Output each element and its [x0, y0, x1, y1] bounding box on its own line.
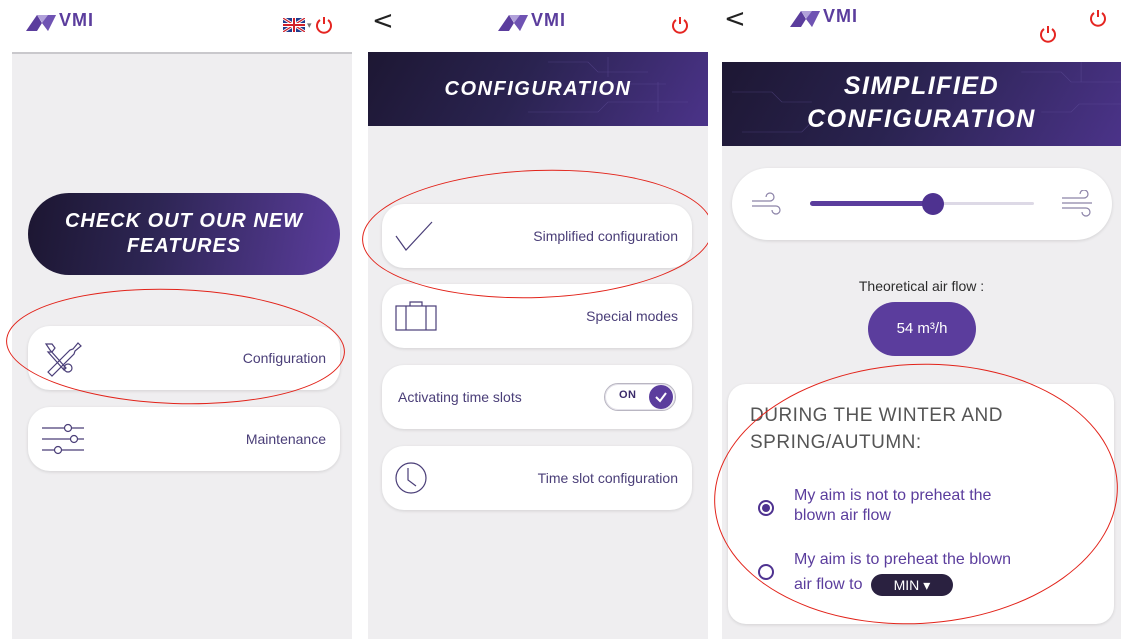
vmi-logo: VMI	[26, 10, 94, 31]
simplified-title-line2: CONFIGURATION	[807, 105, 1036, 133]
preheat-radio[interactable]	[758, 564, 774, 580]
special-modes-label: Special modes	[586, 308, 678, 324]
config-header: CONFIGURATION	[368, 52, 708, 126]
configuration-screen: < VMI CONFIGURATION Simplified configura…	[356, 0, 708, 639]
fan-speed-card	[732, 168, 1112, 240]
time-slots-toggle-row: Activating time slots ON	[382, 365, 692, 429]
preheat-line1: My aim is to preheat the blown	[794, 551, 1011, 568]
simplified-configuration-item[interactable]: Simplified configuration	[382, 204, 692, 268]
fan-speed-slider[interactable]	[810, 193, 1034, 215]
menu-maintenance[interactable]: Maintenance	[28, 407, 340, 471]
preheat-line2: air flow to	[794, 576, 863, 594]
time-slots-toggle-label: Activating time slots	[398, 389, 522, 405]
vmi-logo: VMI	[790, 6, 858, 27]
config-title: CONFIGURATION	[444, 78, 632, 100]
check-icon	[649, 385, 673, 409]
power-icon[interactable]	[1038, 24, 1060, 46]
season-title-line1: DURING THE WINTER AND	[750, 405, 1003, 426]
suitcase-icon	[394, 300, 438, 332]
promo-line2: FEATURES	[126, 235, 242, 257]
promo-line1: CHECK OUT OUR NEW	[64, 210, 304, 232]
sliders-icon	[40, 422, 86, 456]
preheat-level-value: MIN	[893, 577, 920, 593]
fan-speed-thumb[interactable]	[922, 193, 945, 215]
back-button[interactable]: <	[372, 8, 394, 34]
season-title-line2: SPRING/AUTUMN:	[750, 432, 922, 453]
chevron-down-icon: ▾	[923, 577, 931, 593]
simplified-configuration-label: Simplified configuration	[533, 228, 678, 244]
logo-text: VMI	[823, 6, 859, 26]
airflow-value: 54 m³/h	[868, 302, 976, 356]
uk-flag-icon[interactable]	[283, 18, 305, 32]
simplified-title-line1: SIMPLIFIED	[843, 72, 1000, 100]
config-top-bar: < VMI	[356, 0, 708, 50]
no-preheat-line2: blown air flow	[794, 507, 891, 524]
time-slot-configuration-label: Time slot configuration	[537, 470, 678, 486]
language-caret-icon[interactable]: ▾	[307, 20, 312, 31]
tools-icon	[40, 338, 88, 378]
clock-icon	[394, 461, 428, 495]
simplified-header: SIMPLIFIED CONFIGURATION	[722, 62, 1121, 146]
wind-low-icon	[750, 192, 784, 221]
airflow-label: Theoretical air flow :	[858, 278, 985, 294]
home-content: CHECK OUT OUR NEW FEATURES Configuration	[12, 52, 352, 639]
menu-configuration[interactable]: Configuration	[28, 326, 340, 390]
power-icon[interactable]	[314, 15, 336, 37]
no-preheat-radio[interactable]	[758, 500, 774, 516]
preheat-option[interactable]: My aim is to preheat the blown air flow …	[794, 550, 1011, 596]
logo-text: VMI	[59, 10, 95, 30]
back-button[interactable]: <	[724, 6, 746, 32]
vmi-logo: VMI	[498, 10, 566, 31]
preheat-line2-row: air flow to MIN ▾	[794, 574, 1011, 596]
menu-configuration-label: Configuration	[242, 350, 326, 366]
simplified-top-bar: < VMI	[712, 0, 1121, 50]
new-features-button[interactable]: CHECK OUT OUR NEW FEATURES	[28, 193, 340, 275]
config-content: CONFIGURATION Simplified configuration S…	[368, 52, 708, 639]
no-preheat-option[interactable]: My aim is not to preheat the blown air f…	[794, 486, 991, 526]
checkmark-icon	[394, 220, 434, 252]
simplified-configuration-screen: < VMI SIMPLIFIED CONFIGURATION Theoretic…	[712, 0, 1121, 639]
toggle-state: ON	[619, 389, 637, 401]
home-top-bar: VMI ▾	[0, 0, 352, 50]
simplified-content: SIMPLIFIED CONFIGURATION Theoretical air…	[722, 62, 1121, 639]
wind-high-icon	[1060, 189, 1096, 223]
power-icon[interactable]	[1088, 8, 1110, 30]
simplified-title: SIMPLIFIED CONFIGURATION	[722, 70, 1121, 136]
no-preheat-line1: My aim is not to preheat the	[794, 487, 992, 504]
fan-speed-fill	[810, 201, 934, 206]
time-slots-toggle[interactable]: ON	[604, 383, 676, 411]
menu-maintenance-label: Maintenance	[245, 431, 326, 447]
special-modes-item[interactable]: Special modes	[382, 284, 692, 348]
home-screen: VMI ▾ CHECK OUT OUR NEW FEATURES Configu…	[0, 0, 352, 639]
power-icon[interactable]	[670, 15, 692, 37]
season-card: DURING THE WINTER AND SPRING/AUTUMN: My …	[728, 384, 1114, 624]
time-slot-configuration-item[interactable]: Time slot configuration	[382, 446, 692, 510]
logo-text: VMI	[531, 10, 567, 30]
season-title: DURING THE WINTER AND SPRING/AUTUMN:	[750, 402, 1100, 456]
preheat-level-select[interactable]: MIN ▾	[870, 574, 953, 596]
